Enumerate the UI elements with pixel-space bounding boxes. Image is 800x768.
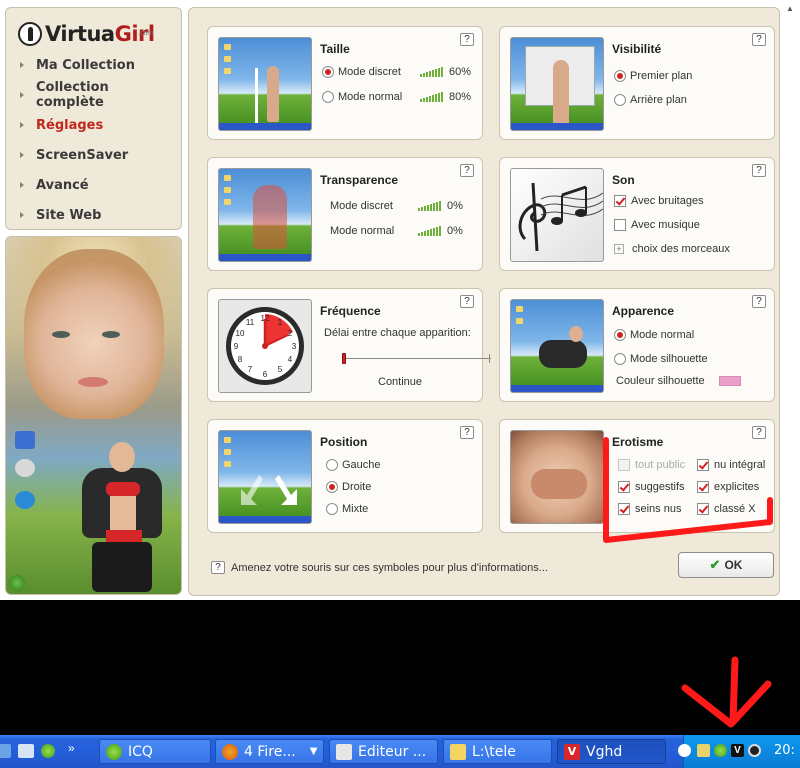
tray-icon[interactable]	[748, 744, 761, 757]
taskbar-item-label: ICQ	[128, 743, 153, 760]
tray-icon[interactable]	[697, 744, 710, 757]
icq-quicklaunch-icon[interactable]	[41, 744, 55, 758]
taskbar-item-vghd[interactable]: V Vghd	[557, 739, 666, 764]
taskbar-item-label: Editeur ...	[358, 743, 427, 760]
taskbar-clock[interactable]: 20:	[774, 743, 795, 758]
vghd-icon: V	[564, 743, 580, 760]
taskbar-item-firefox[interactable]: 4 Fire... ▼	[215, 739, 324, 764]
taskbar-item-label: 4 Fire...	[244, 743, 296, 760]
annotation-arrow	[681, 656, 772, 728]
folder-icon	[450, 743, 466, 760]
vghd-tray-icon[interactable]: V	[731, 744, 744, 757]
taskbar: » ICQ 4 Fire... ▼ Editeur ... L:\tele V …	[0, 735, 800, 768]
red-annotation	[603, 437, 773, 728]
taskbar-item-folder[interactable]: L:\tele	[443, 739, 552, 764]
quicklaunch-icon[interactable]	[18, 744, 34, 758]
taskbar-item-editeur[interactable]: Editeur ...	[329, 739, 438, 764]
tray-expand-icon[interactable]	[678, 744, 691, 757]
quicklaunch-icon[interactable]	[0, 744, 11, 758]
editor-icon	[336, 743, 352, 760]
firefox-icon	[222, 743, 238, 760]
chevron-down-icon: ▼	[309, 746, 318, 757]
icq-icon	[106, 743, 122, 760]
taskbar-item-icq[interactable]: ICQ	[99, 739, 211, 764]
taskbar-item-label: L:\tele	[472, 743, 516, 760]
annotation-bracket	[603, 437, 773, 543]
icq-tray-icon[interactable]	[714, 744, 727, 757]
taskbar-item-label: Vghd	[586, 743, 623, 760]
chevron-icon[interactable]: »	[68, 741, 75, 755]
